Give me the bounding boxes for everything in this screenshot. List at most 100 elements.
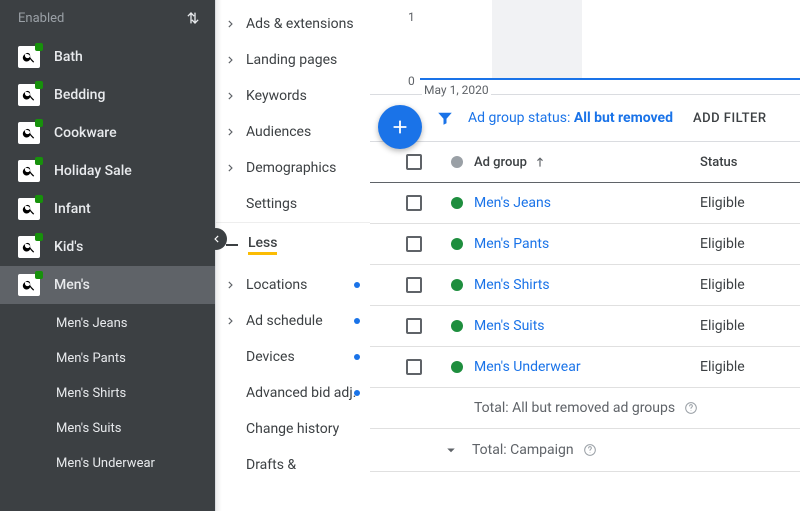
nav-ads-extensions[interactable]: Ads & extensions — [216, 6, 370, 42]
nav-less-label: Less — [248, 235, 277, 255]
column-header-status[interactable]: Status — [700, 155, 800, 170]
nav-drafts[interactable]: Drafts & — [216, 447, 370, 483]
new-indicator-icon — [354, 318, 360, 324]
nav-label: Locations — [246, 277, 307, 293]
nav-change-history[interactable]: Change history — [216, 411, 370, 447]
sidebar-adgroup[interactable]: Men's Pants — [0, 341, 215, 376]
adgroup-link[interactable]: Men's Underwear — [474, 359, 581, 375]
nav-label: Change history — [246, 421, 339, 437]
help-icon[interactable] — [683, 400, 699, 416]
campaign-type-icon — [18, 198, 40, 220]
column-label: Status — [700, 155, 737, 170]
sidebar-adgroup[interactable]: Men's Shirts — [0, 376, 215, 411]
sidebar-filter-label: Enabled — [18, 11, 64, 26]
table-row: Men's Suits Eligible — [370, 306, 800, 347]
row-status: Eligible — [700, 359, 800, 375]
table-header: Ad group Status — [370, 142, 800, 183]
chevron-right-icon — [224, 161, 238, 175]
sort-asc-icon — [533, 155, 547, 169]
sidebar-adgroup[interactable]: Men's Underwear — [0, 446, 215, 481]
create-ad-group-button[interactable] — [378, 105, 422, 149]
sidebar-item-bath[interactable]: Bath — [0, 38, 215, 76]
nav-advanced-bid[interactable]: Advanced bid adj. — [216, 375, 370, 411]
chart-xlabel: May 1, 2020 — [422, 83, 491, 97]
filter-chip-status[interactable]: Ad group status: All but removed — [468, 110, 673, 126]
total-label: Total: All but removed ad groups — [474, 400, 675, 416]
minus-icon — [226, 244, 238, 246]
sidebar-item-label: Holiday Sale — [54, 163, 132, 179]
nav-label: Settings — [246, 196, 297, 212]
help-icon[interactable] — [582, 442, 598, 458]
column-label: Ad group — [474, 155, 527, 170]
filter-chip-value: All but removed — [574, 110, 673, 126]
add-filter-button[interactable]: ADD FILTER — [693, 111, 767, 126]
new-indicator-icon — [354, 354, 360, 360]
sidebar-item-label: Infant — [54, 201, 91, 217]
sidebar-item-holiday-sale[interactable]: Holiday Sale — [0, 152, 215, 190]
row-status: Eligible — [700, 195, 800, 211]
adgroup-link[interactable]: Men's Suits — [474, 318, 545, 334]
sidebar-adgroup[interactable]: Men's Jeans — [0, 306, 215, 341]
sidebar-item-label: Cookware — [54, 125, 117, 141]
nav-keywords[interactable]: Keywords — [216, 78, 370, 114]
filter-chip-label: Ad group status: — [468, 110, 570, 126]
select-all-checkbox[interactable] — [406, 154, 422, 170]
row-checkbox[interactable] — [406, 195, 422, 211]
campaign-type-icon — [18, 46, 40, 68]
nav-label: Devices — [246, 349, 295, 365]
filter-icon[interactable] — [436, 109, 454, 127]
nav-ad-schedule[interactable]: Ad schedule — [216, 303, 370, 339]
campaign-type-icon — [18, 122, 40, 144]
chart-ytick: 0 — [408, 74, 415, 88]
sidebar-item-infant[interactable]: Infant — [0, 190, 215, 228]
nav-less-toggle[interactable]: Less — [216, 222, 370, 267]
chart-series-line — [420, 78, 800, 80]
performance-chart[interactable]: 1 0 May 1, 2020 — [370, 0, 800, 95]
nav-label: Landing pages — [246, 52, 337, 68]
total-row-campaign[interactable]: Total: Campaign — [370, 429, 800, 472]
sidebar-item-cookware[interactable]: Cookware — [0, 114, 215, 152]
collapse-nav-button[interactable] — [205, 228, 227, 250]
sidebar-item-mens[interactable]: Men's — [0, 266, 215, 304]
nav-settings[interactable]: Settings — [216, 186, 370, 222]
nav-locations[interactable]: Locations — [216, 267, 370, 303]
row-checkbox[interactable] — [406, 318, 422, 334]
nav-label: Ads & extensions — [246, 16, 354, 32]
table-row: Men's Jeans Eligible — [370, 183, 800, 224]
row-checkbox[interactable] — [406, 359, 422, 375]
status-column-icon[interactable] — [451, 156, 463, 168]
adgroup-link[interactable]: Men's Shirts — [474, 277, 550, 293]
filter-bar: Ad group status: All but removed ADD FIL… — [370, 95, 800, 142]
sidebar-item-bedding[interactable]: Bedding — [0, 76, 215, 114]
page-nav: Ads & extensions Landing pages Keywords … — [215, 0, 370, 511]
sidebar-item-label: Bedding — [54, 87, 105, 103]
total-row-allbutremoved: Total: All but removed ad groups — [370, 388, 800, 429]
nav-audiences[interactable]: Audiences — [216, 114, 370, 150]
new-indicator-icon — [354, 390, 360, 396]
column-header-adgroup[interactable]: Ad group — [474, 155, 700, 170]
nav-landing-pages[interactable]: Landing pages — [216, 42, 370, 78]
sort-icon[interactable] — [185, 10, 201, 26]
sidebar-item-label: Bath — [54, 49, 83, 65]
sidebar-item-kids[interactable]: Kid's — [0, 228, 215, 266]
campaign-type-icon — [18, 236, 40, 258]
sidebar-adgroup-list: Men's Jeans Men's Pants Men's Shirts Men… — [0, 304, 215, 481]
table-row: Men's Underwear Eligible — [370, 347, 800, 388]
row-status: Eligible — [700, 236, 800, 252]
adgroup-link[interactable]: Men's Pants — [474, 236, 549, 252]
main-content: 1 0 May 1, 2020 Ad group status: All but… — [370, 0, 800, 511]
row-checkbox[interactable] — [406, 236, 422, 252]
status-enabled-icon[interactable] — [451, 238, 463, 250]
nav-label: Keywords — [246, 88, 307, 104]
nav-demographics[interactable]: Demographics — [216, 150, 370, 186]
status-enabled-icon[interactable] — [451, 361, 463, 373]
chart-ytick: 1 — [408, 10, 415, 24]
nav-devices[interactable]: Devices — [216, 339, 370, 375]
total-label: Total: Campaign — [472, 442, 574, 458]
status-enabled-icon[interactable] — [451, 279, 463, 291]
adgroup-link[interactable]: Men's Jeans — [474, 195, 551, 211]
status-enabled-icon[interactable] — [451, 320, 463, 332]
row-checkbox[interactable] — [406, 277, 422, 293]
sidebar-adgroup[interactable]: Men's Suits — [0, 411, 215, 446]
status-enabled-icon[interactable] — [451, 197, 463, 209]
